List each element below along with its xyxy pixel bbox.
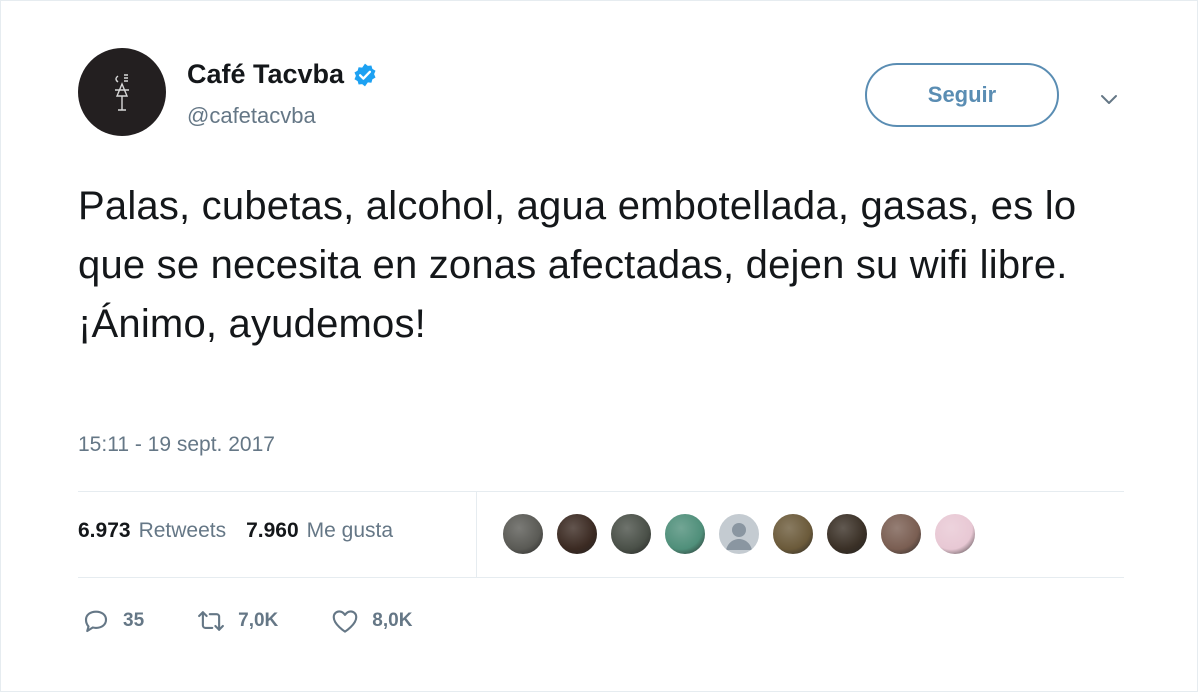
reply-count: 35 (123, 610, 145, 631)
chevron-down-icon[interactable] (1097, 87, 1121, 111)
retweet-button[interactable]: 7,0K (196, 606, 278, 636)
reply-icon (84, 610, 108, 633)
like-button[interactable]: 8,0K (330, 606, 412, 636)
tweet-stats: 6.973 Retweets 7.960 Me gusta (78, 519, 413, 543)
tweet-actions: 35 7,0K 8,0K (81, 606, 464, 636)
default-avatar-icon (726, 523, 752, 550)
tweet-text: Palas, cubetas, alcohol, agua embotellad… (78, 184, 1077, 346)
retweet-count: 7,0K (238, 610, 279, 631)
retweets-stat[interactable]: 6.973 Retweets (78, 519, 226, 543)
follow-button[interactable]: Seguir (865, 63, 1059, 127)
liker-avatar[interactable] (501, 512, 545, 556)
retweets-label: Retweets (138, 519, 227, 542)
liker-avatar[interactable] (717, 512, 761, 556)
liker-avatar[interactable] (609, 512, 653, 556)
user-name-row: Café Tacvba (187, 59, 378, 90)
retweet-icon (198, 611, 225, 631)
user-handle[interactable]: @cafetacvba (187, 103, 316, 129)
liker-avatar[interactable] (879, 512, 923, 556)
retweets-count: 6.973 (78, 519, 131, 542)
liker-avatar[interactable] (771, 512, 815, 556)
divider-top (78, 491, 1124, 492)
liker-avatar[interactable] (663, 512, 707, 556)
user-name[interactable]: Café Tacvba (187, 59, 344, 90)
liker-avatars (501, 512, 987, 556)
reply-button[interactable]: 35 (81, 606, 144, 636)
divider-bottom (78, 577, 1124, 578)
likes-label: Me gusta (306, 519, 394, 542)
tweet-card: Café Tacvba @cafetacvba Seguir Palas, cu… (0, 0, 1198, 692)
avatar-logo-icon (115, 74, 129, 111)
verified-badge-icon (354, 63, 376, 86)
tweet-timestamp[interactable]: 15:11 - 19 sept. 2017 (78, 433, 275, 457)
heart-icon (332, 610, 358, 633)
avatar[interactable] (78, 48, 166, 136)
stats-separator (476, 491, 477, 577)
liker-avatar[interactable] (825, 512, 869, 556)
likes-count: 7.960 (246, 519, 299, 542)
likes-stat[interactable]: 7.960 Me gusta (246, 519, 393, 543)
liker-avatar[interactable] (933, 512, 977, 556)
like-count: 8,0K (372, 610, 413, 631)
liker-avatar[interactable] (555, 512, 599, 556)
